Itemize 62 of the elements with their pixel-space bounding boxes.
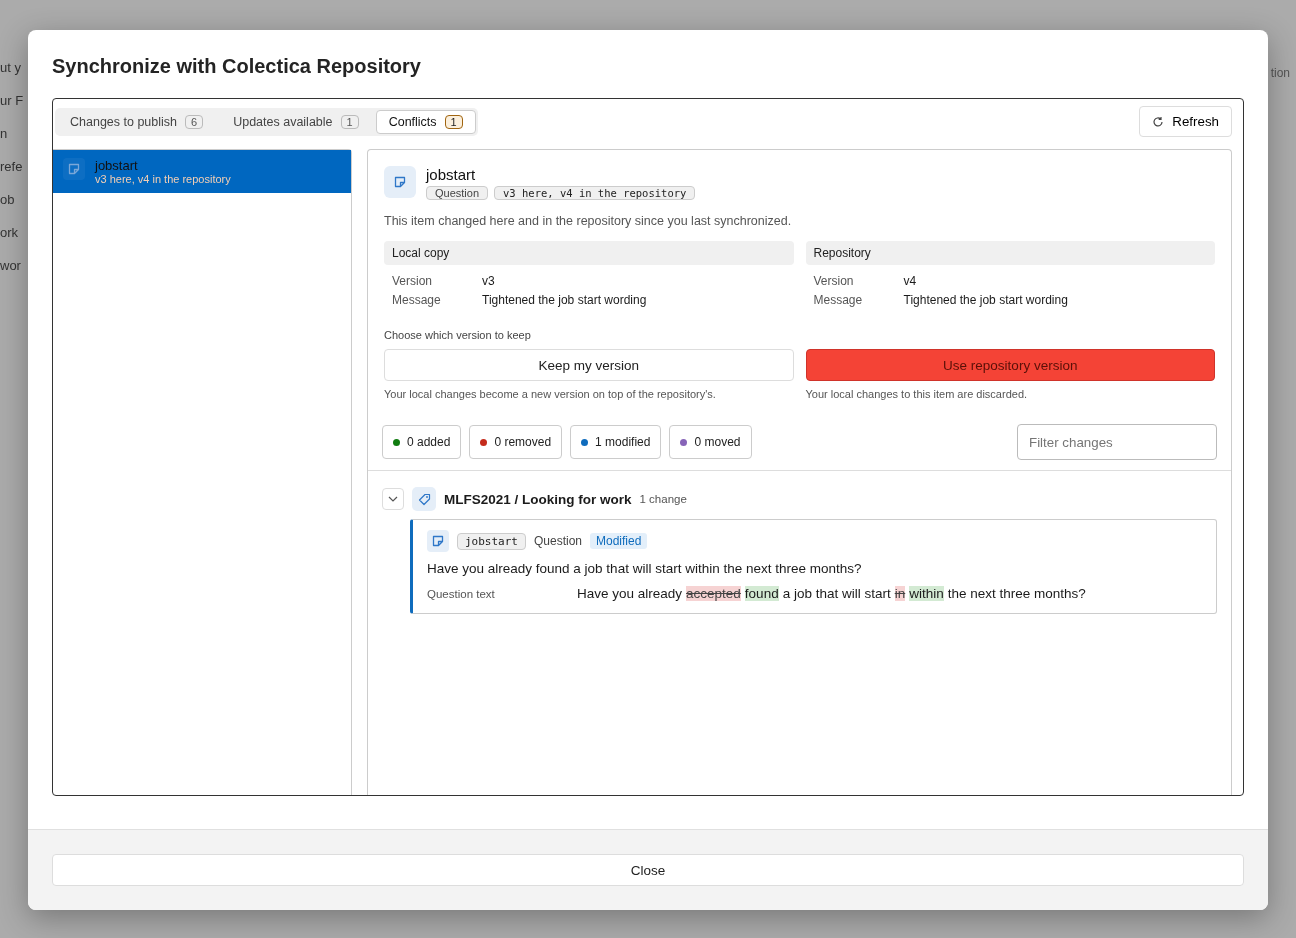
background-text: n (0, 126, 9, 141)
background-text: ur F (0, 93, 25, 108)
item-title: jobstart (426, 166, 477, 183)
item-name: jobstart (95, 158, 139, 173)
version-choice-button[interactable]: Use repository version (805, 349, 1215, 381)
field-value: Tightened the job start wording (903, 293, 1069, 307)
tab[interactable]: Changes to publish 6 (57, 109, 217, 134)
field-value: Tightened the job start wording (482, 293, 648, 307)
filter-field[interactable]: Filter changes (1017, 424, 1217, 460)
collapse-button[interactable] (382, 488, 404, 510)
field-label: Message (813, 293, 864, 307)
note-icon (431, 534, 445, 548)
background-text: ob (0, 192, 16, 207)
chevron-icon (388, 496, 398, 502)
change-count-chip[interactable]: 0 moved (669, 425, 752, 459)
field-label: Question text (427, 588, 496, 600)
diff-text: Have you already (577, 586, 683, 601)
field-value: v3 (482, 274, 496, 288)
close-button[interactable]: Close (52, 854, 1244, 886)
change-count: 1 change (639, 493, 687, 505)
change-count-chip[interactable]: 0 removed (469, 425, 563, 459)
version-tag: v3 here, v4 in the repository (494, 186, 696, 200)
field-value: v4 (903, 274, 918, 288)
side-heading: Repository (805, 241, 1215, 265)
conflict-item[interactable]: jobstart v3 here, v4 in the repository (53, 150, 351, 193)
description-text: This item changed here and in the repository since you last synchronized. (384, 214, 793, 228)
background-text: tion (1270, 66, 1290, 80)
choose-label: Choose which version to keep (384, 329, 532, 341)
choice-note: Your local changes to this item are discarded. (805, 388, 1029, 400)
note-icon (67, 162, 81, 176)
field-label: Message (392, 293, 442, 307)
diff-text: the next three months? (947, 586, 1086, 601)
tab[interactable]: Conflicts 1 (375, 109, 476, 134)
diff-text: a job that will start (782, 586, 891, 601)
tab[interactable]: Updates available 1 (220, 109, 372, 134)
change-count-chip[interactable]: 0 added (382, 425, 462, 459)
version-choice-button[interactable]: Keep my version (384, 349, 794, 381)
refresh-button[interactable]: Refresh (1139, 106, 1232, 137)
side-heading: Local copy (384, 241, 794, 265)
refresh-icon (1152, 115, 1165, 128)
background-text: ut y (0, 60, 22, 75)
status-tag: Modified (590, 533, 648, 549)
field-label: Version (813, 274, 855, 288)
note-icon (393, 175, 407, 189)
added-text: found (744, 586, 779, 601)
item-code: jobstart (457, 532, 526, 550)
tag-icon (417, 492, 431, 506)
question-text: Have you already found a job that will start within the next three months? (427, 561, 863, 576)
background-text: ork (0, 225, 20, 240)
added-text: within (909, 586, 944, 601)
item-subtitle: v3 here, v4 in the repository (95, 173, 231, 185)
removed-text: accepted (686, 586, 741, 601)
choice-note: Your local changes become a new version on top of the repository's. (384, 388, 717, 400)
item-type: Question (534, 534, 582, 548)
removed-text: in (894, 586, 906, 601)
dialog-title: Synchronize with Colectica Repository (51, 54, 422, 78)
background-text: refe (0, 159, 24, 174)
type-tag: Question (426, 186, 489, 200)
group-title: MLFS2021 / Looking for work (444, 491, 632, 507)
field-label: Version (392, 274, 434, 288)
change-count-chip[interactable]: 1 modified (570, 425, 662, 459)
background-text: wor (0, 258, 22, 273)
